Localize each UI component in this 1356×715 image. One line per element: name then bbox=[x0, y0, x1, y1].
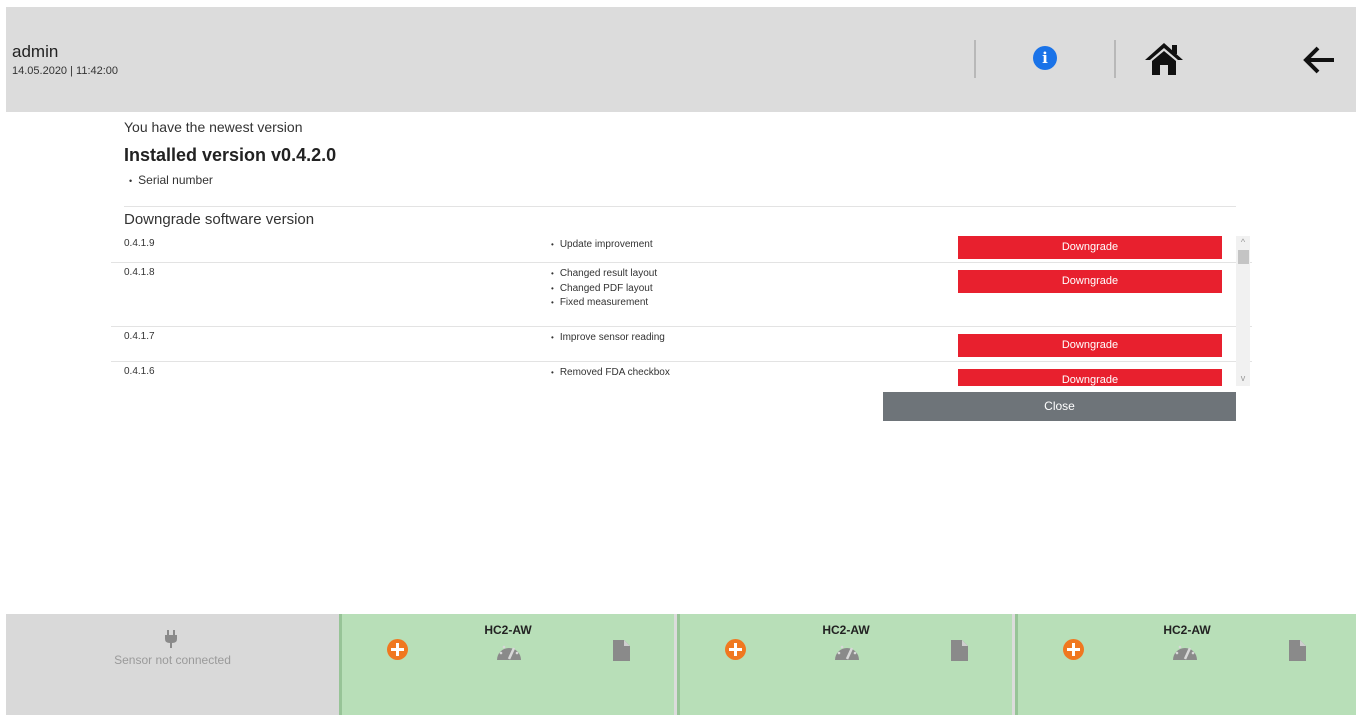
downgrade-button[interactable]: Downgrade bbox=[958, 334, 1222, 357]
release-note: Update improvement bbox=[551, 238, 653, 253]
version-row: 0.4.1.7 Improve sensor reading Downgrade bbox=[111, 327, 1252, 362]
serial-number-label: Serial number bbox=[129, 173, 213, 187]
version-number: 0.4.1.9 bbox=[124, 238, 155, 249]
version-number: 0.4.1.6 bbox=[124, 366, 155, 377]
sensor-name: HC2-AW bbox=[484, 623, 532, 637]
close-button[interactable]: Close bbox=[883, 392, 1236, 421]
section-divider bbox=[124, 206, 1236, 207]
info-icon[interactable]: i bbox=[1033, 46, 1057, 70]
plus-circle-icon[interactable] bbox=[387, 639, 408, 660]
sensor-slot: HC2-AW bbox=[677, 614, 1012, 715]
release-notes: Update improvement bbox=[551, 238, 653, 253]
home-icon[interactable] bbox=[1143, 41, 1185, 77]
release-note: Improve sensor reading bbox=[551, 331, 665, 346]
user-name: admin bbox=[12, 42, 59, 61]
sensor-slot: HC2-AW bbox=[339, 614, 674, 715]
release-note: Removed FDA checkbox bbox=[551, 366, 670, 381]
downgrade-button[interactable]: Downgrade bbox=[958, 270, 1222, 293]
release-note: Fixed measurement bbox=[551, 296, 657, 311]
datetime: 14.05.2020 | 11:42:00 bbox=[12, 65, 119, 77]
release-note: Changed result layout bbox=[551, 267, 657, 282]
version-number: 0.4.1.7 bbox=[124, 331, 155, 342]
gauge-icon[interactable] bbox=[495, 640, 523, 662]
version-row: 0.4.1.6 Removed FDA checkbox Downgrade bbox=[111, 362, 1252, 386]
plus-circle-icon[interactable] bbox=[725, 639, 746, 660]
gauge-icon[interactable] bbox=[1171, 640, 1199, 662]
release-notes: Changed result layout Changed PDF layout… bbox=[551, 267, 657, 311]
document-icon[interactable] bbox=[1289, 640, 1306, 661]
release-notes: Removed FDA checkbox bbox=[551, 366, 670, 381]
downgrade-button[interactable]: Downgrade bbox=[958, 369, 1222, 386]
installed-version: Installed version v0.4.2.0 bbox=[124, 145, 337, 165]
sensor-name: HC2-AW bbox=[1163, 623, 1211, 637]
sensor-name: HC2-AW bbox=[822, 623, 870, 637]
header-separator bbox=[1114, 40, 1116, 78]
plug-icon bbox=[165, 630, 177, 648]
release-note: Changed PDF layout bbox=[551, 282, 657, 297]
version-row: 0.4.1.9 Update improvement Downgrade bbox=[111, 234, 1252, 263]
downgrade-section-title: Downgrade software version bbox=[124, 211, 315, 228]
scroll-down-icon[interactable]: v bbox=[1236, 372, 1250, 384]
sensor-slot: HC2-AW bbox=[1015, 614, 1356, 715]
newest-version-message: You have the newest version bbox=[124, 119, 303, 135]
document-icon[interactable] bbox=[951, 640, 968, 661]
arrow-left-icon[interactable] bbox=[1302, 44, 1336, 76]
header-separator bbox=[974, 40, 976, 78]
scroll-up-icon[interactable]: ^ bbox=[1236, 236, 1250, 248]
gauge-icon[interactable] bbox=[833, 640, 861, 662]
sensor-status-text: Sensor not connected bbox=[114, 653, 231, 667]
version-number: 0.4.1.8 bbox=[124, 267, 155, 278]
version-row: 0.4.1.8 Changed result layout Changed PD… bbox=[111, 263, 1252, 327]
version-list[interactable]: 0.4.1.9 Update improvement Downgrade 0.4… bbox=[111, 234, 1252, 386]
release-notes: Improve sensor reading bbox=[551, 331, 665, 346]
scrollbar-thumb[interactable] bbox=[1238, 250, 1249, 264]
plus-circle-icon[interactable] bbox=[1063, 639, 1084, 660]
document-icon[interactable] bbox=[613, 640, 630, 661]
downgrade-button[interactable]: Downgrade bbox=[958, 236, 1222, 259]
